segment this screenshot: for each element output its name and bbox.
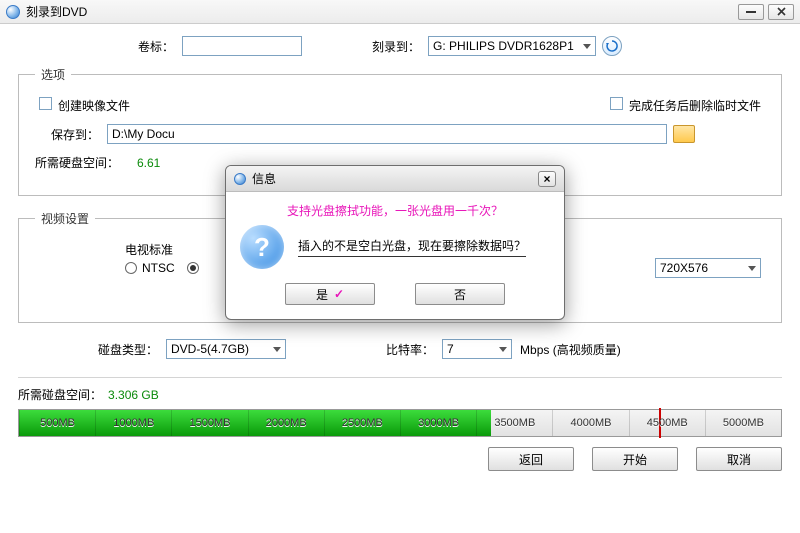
dialog-header: 信息 × (226, 166, 564, 192)
browse-folder-button[interactable] (673, 125, 695, 143)
resolution-combo[interactable]: 720X576 (655, 258, 761, 278)
bitrate-unit: Mbps (高视频质量) (520, 341, 621, 358)
options-legend: 选项 (35, 66, 71, 83)
dialog-close-button[interactable]: × (538, 171, 556, 187)
chevron-down-icon (273, 347, 281, 352)
meter-value: 3.306 GB (108, 388, 159, 402)
disc-icon (6, 5, 20, 19)
cancel-button[interactable]: 取消 (696, 447, 782, 471)
back-button[interactable]: 返回 (488, 447, 574, 471)
close-button[interactable] (768, 4, 794, 20)
video-legend: 视频设置 (35, 210, 95, 227)
burn-to-value: G: PHILIPS DVDR1628P1 (433, 39, 574, 53)
ntsc-radio[interactable]: NTSC (125, 261, 175, 275)
dialog-message: 插入的不是空白光盘，现在要擦除数据吗？ (298, 237, 526, 257)
question-icon: ? (240, 225, 284, 269)
bitrate-label: 比特率： (386, 341, 434, 358)
bitrate-combo[interactable]: 7 (442, 339, 512, 359)
window-title: 刻录到DVD (26, 3, 87, 20)
start-button[interactable]: 开始 (592, 447, 678, 471)
meter-label: 所需碰盘空间： (18, 386, 102, 403)
titlebar: 刻录到DVD (0, 0, 800, 24)
no-button[interactable]: 否 (415, 283, 505, 305)
check-icon: ✓ (334, 287, 344, 301)
chevron-down-icon (748, 266, 756, 271)
yes-button[interactable]: 是✓ (285, 283, 375, 305)
separator (18, 377, 782, 378)
pal-radio[interactable] (187, 262, 199, 274)
volume-label-label: 卷标： (138, 38, 174, 55)
chevron-down-icon (499, 347, 507, 352)
volume-label-input[interactable] (182, 36, 302, 56)
save-to-label: 保存到： (35, 126, 99, 143)
disc-type-combo[interactable]: DVD-5(4.7GB) (166, 339, 286, 359)
dialog-headline: 支持光盘擦拭功能，一张光盘用一千次？ (240, 202, 550, 219)
disk-meter: 500MB1000MB1500MB2000MB2500MB3000MB3500M… (18, 409, 782, 437)
disc-type-label: 碰盘类型： (98, 341, 158, 358)
dialog-title: 信息 (252, 170, 276, 187)
chevron-down-icon (583, 44, 591, 49)
disk-space-value: 6.61 (137, 156, 160, 170)
tv-standard-label: 电视标准 (125, 241, 173, 258)
info-dialog: 信息 × 支持光盘擦拭功能，一张光盘用一千次？ ? 插入的不是空白光盘，现在要擦… (225, 165, 565, 320)
minimize-button[interactable] (738, 4, 764, 20)
burn-to-label: 刻录到： (372, 38, 420, 55)
burn-to-combo[interactable]: G: PHILIPS DVDR1628P1 (428, 36, 596, 56)
delete-temp-checkbox[interactable]: 完成任务后删除临时文件 (610, 97, 761, 114)
refresh-button[interactable] (602, 36, 622, 56)
save-to-input[interactable] (107, 124, 667, 144)
disk-space-label: 所需硬盘空间： (35, 154, 129, 171)
disc-icon (234, 173, 246, 185)
create-image-checkbox[interactable]: 创建映像文件 (39, 97, 130, 114)
